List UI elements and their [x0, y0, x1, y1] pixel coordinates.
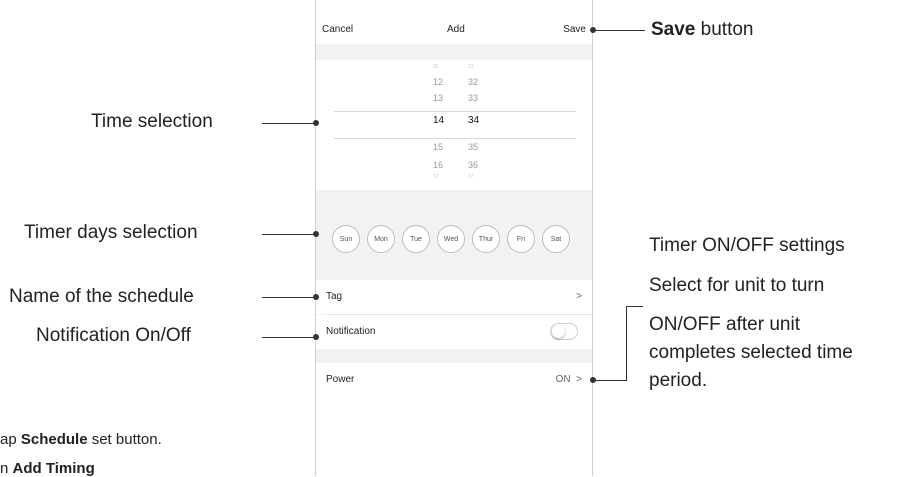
page-title: Add [447, 24, 465, 35]
schedule-name-dot [313, 294, 319, 300]
picker-minute: 36 [468, 160, 479, 170]
instruction-1-post: set button. [87, 431, 162, 448]
picker-hour: 13 [433, 93, 444, 103]
picker-minute: 32 [468, 77, 479, 87]
day-toggle-fri[interactable]: Fri [507, 225, 535, 253]
picker-minute: 34 [468, 115, 480, 126]
tag-row[interactable]: Tag > [316, 280, 592, 314]
instruction-1-bold: Schedule [20, 431, 88, 448]
timer-onoff-line1: Select for unit to turn [649, 275, 825, 296]
timer-days-line [262, 234, 317, 235]
picker-row[interactable]: 15 35 [316, 142, 592, 162]
save-annotation-bold: Save [651, 19, 696, 40]
power-status-text: ON [555, 374, 571, 385]
instruction-1-pre: ap [0, 431, 21, 448]
day-toggle-tue[interactable]: Tue [402, 225, 430, 253]
save-callout-line [593, 30, 645, 31]
picker-row[interactable]: 13 33 [316, 93, 592, 113]
schedule-name-line [262, 297, 317, 298]
picker-hour: 14 [433, 115, 445, 126]
save-button[interactable]: Save [563, 24, 586, 35]
cancel-button[interactable]: Cancel [322, 24, 353, 35]
timer-days-annotation: Timer days selection [24, 222, 198, 243]
notification-annotation: Notification On/Off [36, 325, 191, 346]
schedule-name-annotation: Name of the schedule [9, 286, 194, 307]
picker-row[interactable]: 14 34 [316, 115, 592, 135]
picker-hour: 17 [433, 174, 439, 180]
picker-hour: 11 [433, 64, 439, 70]
day-toggle-mon[interactable]: Mon [367, 225, 395, 253]
power-row[interactable]: Power ON > [316, 363, 592, 397]
timer-days-dot [313, 231, 319, 237]
tag-chevron-icon: > [576, 291, 582, 302]
picker-minute: 31 [468, 64, 474, 70]
timer-onoff-line4: period. [649, 370, 708, 391]
save-annotation-rest: button [695, 19, 754, 40]
timer-onoff-title: Timer ON/OFF settings [649, 235, 845, 256]
picker-minute: 37 [468, 174, 474, 180]
tag-label: Tag [326, 291, 343, 302]
power-value: ON > [556, 374, 582, 385]
instruction-2-pre: n [0, 460, 13, 477]
picker-hour: 12 [433, 77, 444, 87]
day-toggle-wed[interactable]: Wed [437, 225, 465, 253]
notification-row: Notification [316, 315, 592, 349]
instruction-line-1: ap Schedule set button. [0, 431, 162, 448]
empty-area [316, 397, 592, 476]
save-annotation: Save button [651, 19, 753, 41]
notification-dot [313, 334, 319, 340]
phone-screen: Cancel Add Save 11 31 12 32 13 33 14 34 15 35 16 36… [315, 0, 593, 476]
toggle-knob [552, 325, 565, 338]
top-bar: Cancel Add Save [316, 0, 592, 44]
time-selection-line [262, 123, 317, 124]
power-chevron-icon: > [576, 374, 582, 385]
time-picker[interactable]: 11 31 12 32 13 33 14 34 15 35 16 36 17 37 [316, 60, 592, 190]
instruction-2-bold: Add Timing [12, 460, 95, 477]
picker-hour: 15 [433, 142, 444, 152]
timer-onoff-line3: completes selected time [649, 342, 853, 363]
picker-minute: 33 [468, 93, 479, 103]
day-toggle-sat[interactable]: Sat [542, 225, 570, 253]
instruction-line-2: n Add Timing [0, 460, 95, 477]
timer-onoff-line2: ON/OFF after unit [649, 314, 800, 335]
power-callout-line-h [593, 380, 626, 381]
time-selection-annotation: Time selection [91, 111, 213, 132]
day-toggle-thur[interactable]: Thur [472, 225, 500, 253]
picker-row[interactable]: 17 37 [316, 174, 592, 194]
day-toggle-sun[interactable]: Sun [332, 225, 360, 253]
notification-toggle[interactable] [550, 323, 578, 340]
picker-hour: 16 [433, 160, 444, 170]
time-selection-dot [313, 120, 319, 126]
picker-minute: 35 [468, 142, 479, 152]
power-callout-line-v [626, 306, 627, 381]
power-callout-line-top [626, 306, 643, 307]
timer-days-row: Sun Mon Tue Wed Thur Fri Sat [316, 215, 592, 265]
notification-line [262, 337, 317, 338]
picker-selection-bottom-line [334, 138, 576, 139]
notification-label: Notification [326, 326, 376, 337]
power-label: Power [326, 374, 355, 385]
